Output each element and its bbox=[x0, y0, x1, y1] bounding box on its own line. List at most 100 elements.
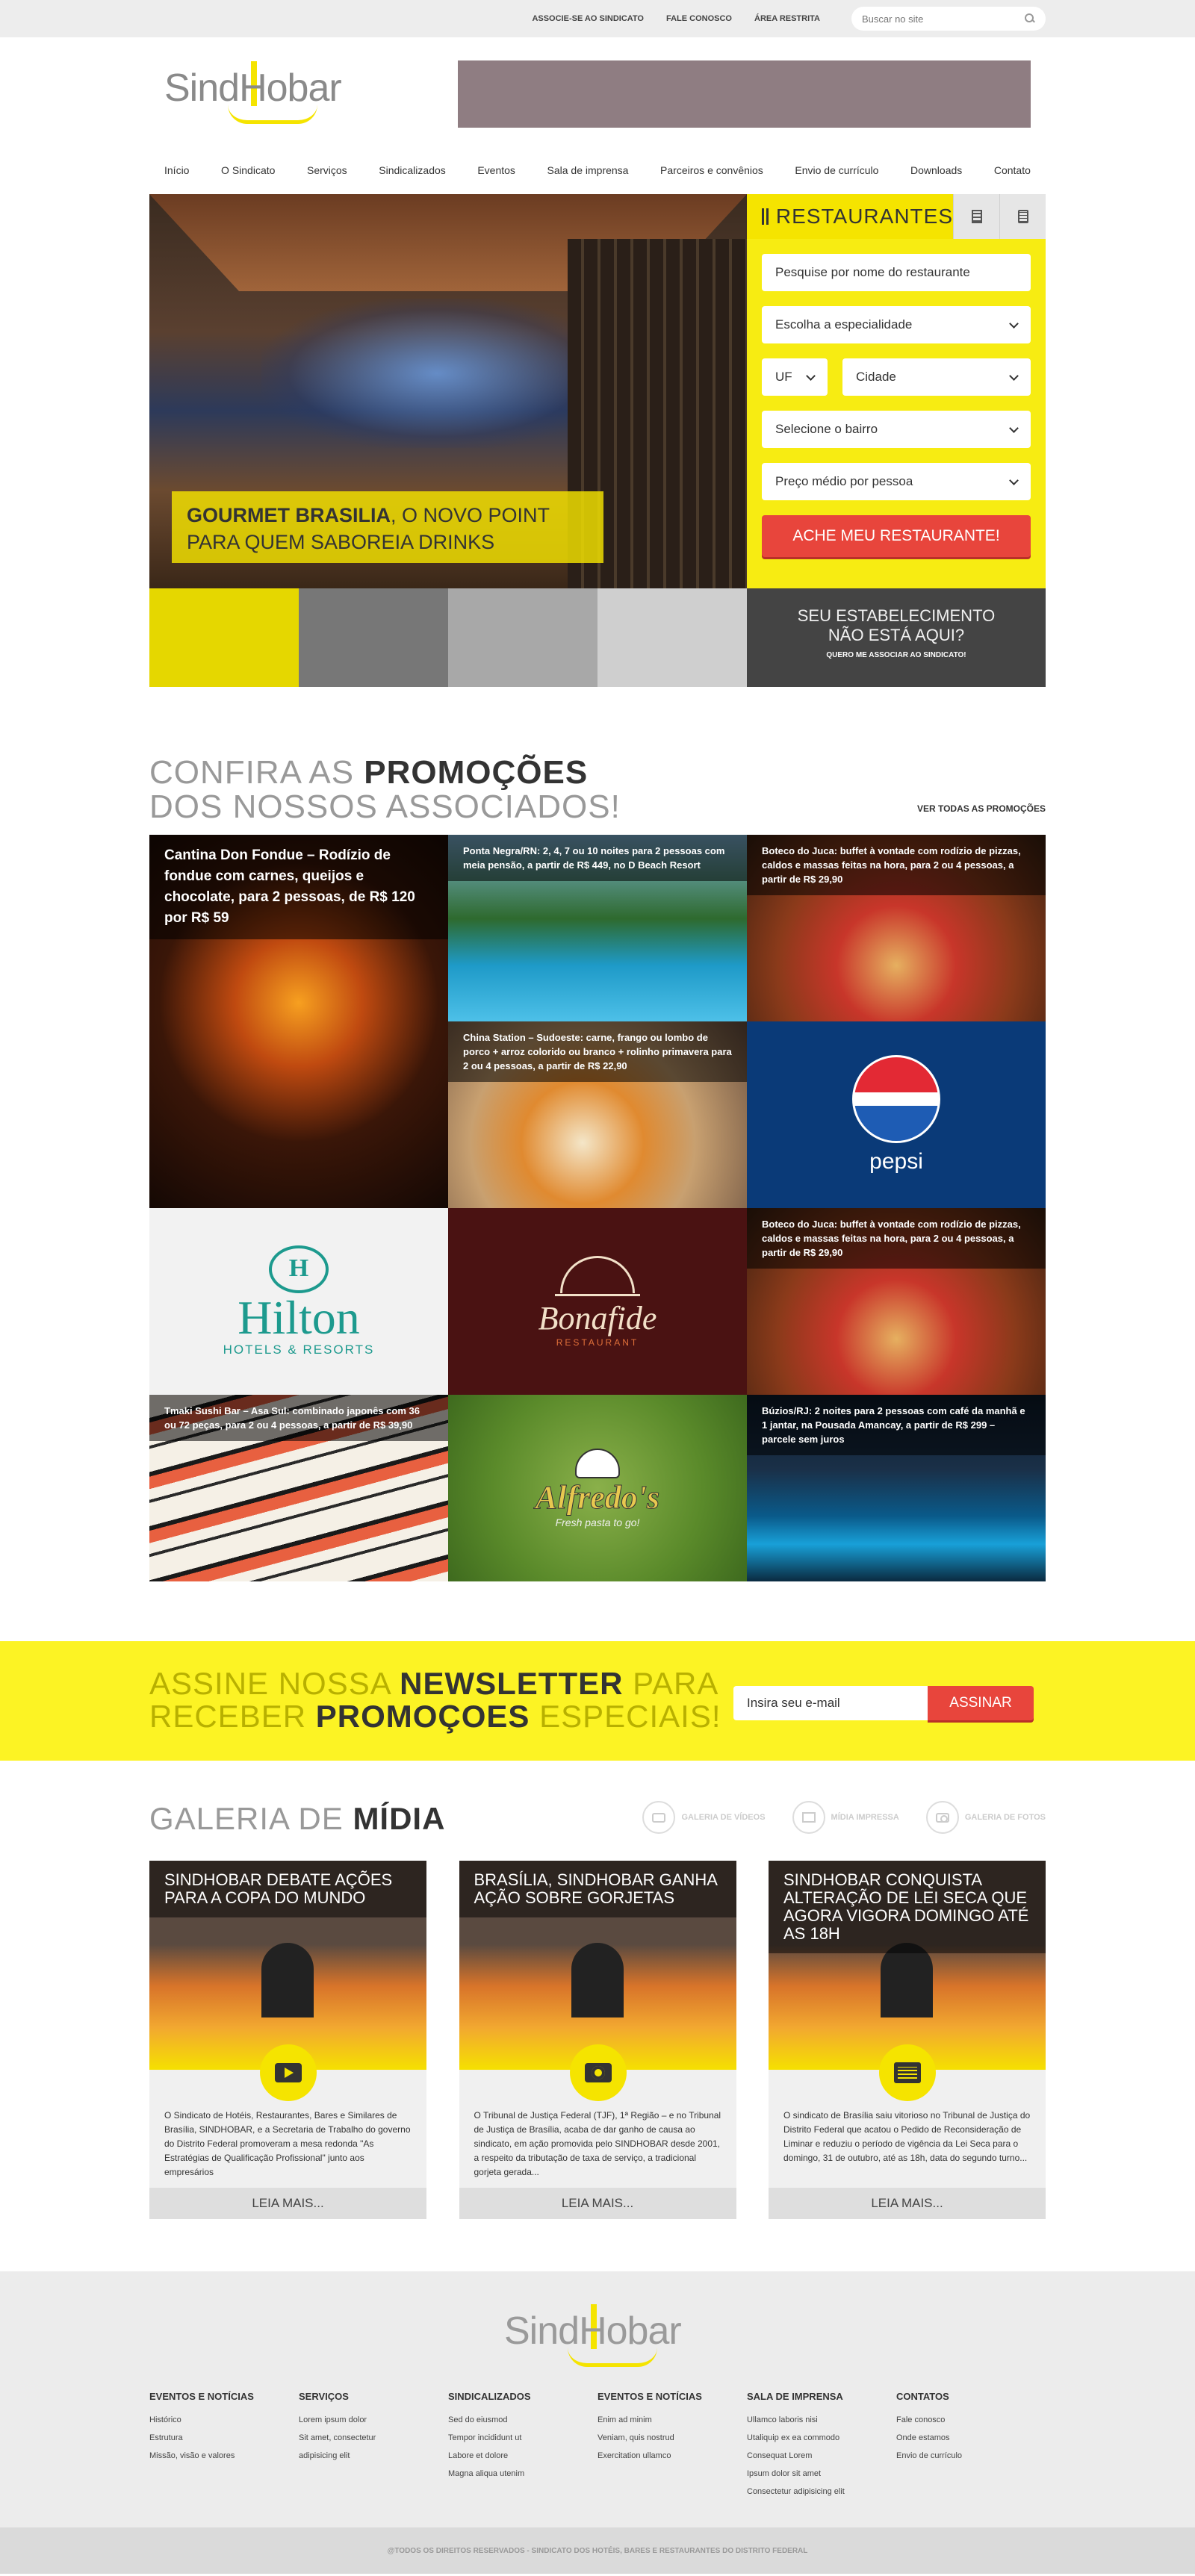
newsletter-subscribe-button[interactable]: ASSINAR bbox=[928, 1686, 1034, 1720]
gallery-card-print[interactable]: SINDHOBAR CONQUISTA ALTERAÇÃO DE LEI SEC… bbox=[769, 1861, 1046, 2219]
footer-col-heading: SERVIÇOS bbox=[299, 2391, 349, 2402]
footer-link[interactable]: Sed do eiusmod bbox=[448, 2411, 598, 2429]
promo-tile-buzios[interactable]: Búzios/RJ: 2 noites para 2 pessoas com c… bbox=[747, 1395, 1046, 1581]
footer-columns: EVENTOS E NOTÍCIAS Histórico Estrutura M… bbox=[149, 2391, 1046, 2501]
read-more-button[interactable]: LEIA MAIS... bbox=[459, 2188, 736, 2219]
promo-caption: Ponta Negra/RN: 2, 4, 7 ou 10 noites par… bbox=[448, 835, 747, 881]
promo-tile-alfredos[interactable]: Alfredo's Fresh pasta to go! bbox=[448, 1395, 747, 1581]
hero-thumb-4[interactable] bbox=[598, 588, 747, 687]
footer-link[interactable]: Consequat Lorem bbox=[747, 2447, 896, 2465]
promo-tile-boteco-juca-2[interactable]: Boteco do Juca: buffet à vontade com rod… bbox=[747, 1208, 1046, 1395]
hero-thumb-3[interactable] bbox=[448, 588, 598, 687]
promo-tile-tmaki-sushi[interactable]: Tmaki Sushi Bar – Asa Sul: combinado jap… bbox=[149, 1395, 448, 1581]
footer-link[interactable]: Ullamco laboris nisi bbox=[747, 2411, 896, 2429]
associate-link[interactable]: ASSOCIE-SE AO SINDICATO bbox=[532, 14, 644, 23]
restaurant-name-input[interactable]: Pesquise por nome do restaurante bbox=[762, 254, 1031, 291]
nav-item-sindicalizados[interactable]: Sindicalizados bbox=[379, 164, 446, 176]
filter-photos-label: GALERIA DE FOTOS bbox=[964, 1813, 1046, 1822]
promo-tile-pepsi[interactable]: pepsi bbox=[747, 1021, 1046, 1208]
promo-tile-bonafide[interactable]: Bonafide RESTAURANT bbox=[448, 1208, 747, 1395]
footer-link[interactable]: Consectetur adipisicing elit bbox=[747, 2483, 896, 2501]
tab-restaurants[interactable]: RESTAURANTES bbox=[747, 194, 953, 239]
footer-link[interactable]: Missão, visão e valores bbox=[149, 2447, 299, 2465]
promo-tile-hilton[interactable]: Hilton HOTELS & RESORTS bbox=[149, 1208, 448, 1395]
footer-link[interactable]: Veniam, quis nostrud bbox=[598, 2429, 747, 2447]
city-select[interactable]: Cidade bbox=[842, 358, 1031, 396]
nav-item-sala-de-imprensa[interactable]: Sala de imprensa bbox=[547, 164, 629, 176]
nav-item-contato[interactable]: Contato bbox=[994, 164, 1031, 176]
promo-tile-ponta-negra[interactable]: Ponta Negra/RN: 2, 4, 7 ou 10 noites par… bbox=[448, 835, 747, 1021]
footer-link[interactable]: adipisicing elit bbox=[299, 2447, 448, 2465]
search-icon[interactable] bbox=[1025, 13, 1035, 24]
footer-link[interactable]: Magna aliqua utenim bbox=[448, 2465, 598, 2483]
camera-icon bbox=[584, 2063, 612, 2082]
footer-link[interactable]: Fale conosco bbox=[896, 2411, 1046, 2429]
footer-link[interactable]: Tempor incididunt ut bbox=[448, 2429, 598, 2447]
footer-link[interactable]: Sit amet, consectetur bbox=[299, 2429, 448, 2447]
hero-thumb-2[interactable] bbox=[299, 588, 448, 687]
contact-link[interactable]: FALE CONOSCO bbox=[666, 14, 732, 23]
gallery-card-video[interactable]: SINDHOBAR DEBATE AÇÕES PARA A COPA DO MU… bbox=[149, 1861, 426, 2219]
newspaper-icon bbox=[801, 1812, 816, 1823]
nav-item-parceiros[interactable]: Parceiros e convênios bbox=[660, 164, 763, 176]
promo-tile-boteco-juca[interactable]: Boteco do Juca: buffet à vontade com rod… bbox=[747, 835, 1046, 1021]
footer-col-heading: EVENTOS E NOTÍCIAS bbox=[149, 2391, 254, 2402]
find-restaurant-button[interactable]: ACHE MEU RESTAURANTE! bbox=[762, 515, 1031, 557]
nav-item-eventos[interactable]: Eventos bbox=[477, 164, 515, 176]
footer-link[interactable]: Estrutura bbox=[149, 2429, 299, 2447]
footer-logo[interactable]: SindHobar bbox=[504, 2301, 691, 2368]
hero-caption-line2: PARA QUEM SABOREIA DRINKS bbox=[187, 531, 495, 553]
restaurant-name-placeholder: Pesquise por nome do restaurante bbox=[775, 265, 970, 279]
associate-link[interactable]: QUERO ME ASSOCIAR AO SINDICATO! bbox=[747, 651, 1046, 659]
promo-tile-china-station[interactable]: China Station – Sudoeste: carne, frango … bbox=[448, 1021, 747, 1208]
tab-bars[interactable] bbox=[999, 194, 1046, 239]
footer-link[interactable]: Lorem ipsum dolor bbox=[299, 2411, 448, 2429]
banner-ad[interactable] bbox=[458, 60, 1031, 128]
price-select[interactable]: Preço médio por pessoa bbox=[762, 463, 1031, 500]
associate-cta[interactable]: SEU ESTABELECIMENTO NÃO ESTÁ AQUI? QUERO… bbox=[747, 588, 1046, 687]
footer-link[interactable]: Histórico bbox=[149, 2411, 299, 2429]
hero-thumbnail-strip bbox=[149, 588, 747, 687]
promotions-header: CONFIRA AS PROMOÇÕES DOS NOSSOS ASSOCIAD… bbox=[149, 756, 1046, 824]
filter-print[interactable]: MÍDIA IMPRESSA bbox=[792, 1801, 899, 1834]
nav-item-inicio[interactable]: Início bbox=[164, 164, 189, 176]
uf-select[interactable]: UF bbox=[762, 358, 828, 396]
footer-link[interactable]: Utaliquip ex ea commodo bbox=[747, 2429, 896, 2447]
nav-item-envio-curriculo[interactable]: Envio de currículo bbox=[795, 164, 878, 176]
site-logo[interactable]: SindHobar bbox=[164, 58, 351, 125]
filter-videos-label: GALERIA DE VÍDEOS bbox=[681, 1813, 766, 1822]
nl-l2c: ESPECIAIS! bbox=[530, 1699, 721, 1734]
restricted-area-link[interactable]: ÁREA RESTRITA bbox=[754, 14, 820, 23]
footer-link[interactable]: Exercitation ullamco bbox=[598, 2447, 747, 2465]
footer-link[interactable]: Enim ad minim bbox=[598, 2411, 747, 2429]
hero-photo[interactable]: GOURMET BRASILIA, O NOVO POINT PARA QUEM… bbox=[149, 194, 747, 588]
hero-caption[interactable]: GOURMET BRASILIA, O NOVO POINT PARA QUEM… bbox=[172, 491, 603, 563]
filter-videos[interactable]: GALERIA DE VÍDEOS bbox=[642, 1801, 766, 1834]
specialty-select[interactable]: Escolha a especialidade bbox=[762, 306, 1031, 343]
read-more-button[interactable]: LEIA MAIS... bbox=[149, 2188, 426, 2219]
promo-caption: Tmaki Sushi Bar – Asa Sul: combinado jap… bbox=[149, 1395, 448, 1441]
hilton-wordmark: Hilton bbox=[238, 1291, 360, 1344]
read-more-button[interactable]: LEIA MAIS... bbox=[769, 2188, 1046, 2219]
nl-l1a: ASSINE NOSSA bbox=[149, 1666, 400, 1701]
see-all-promotions-link[interactable]: VER TODAS AS PROMOÇÕES bbox=[917, 803, 1046, 814]
promo-tile-fondue[interactable]: Cantina Don Fondue – Rodízio de fondue c… bbox=[149, 835, 448, 1208]
card-title: SINDHOBAR DEBATE AÇÕES PARA A COPA DO MU… bbox=[149, 1861, 426, 1917]
hero-thumb-1[interactable] bbox=[149, 588, 299, 687]
finder-form: Pesquise por nome do restaurante Escolha… bbox=[747, 239, 1046, 557]
footer-link[interactable]: Envio de currículo bbox=[896, 2447, 1046, 2465]
nav-item-servicos[interactable]: Serviços bbox=[307, 164, 347, 176]
nav-item-o-sindicato[interactable]: O Sindicato bbox=[221, 164, 275, 176]
neighborhood-select[interactable]: Selecione o bairro bbox=[762, 411, 1031, 448]
footer-link[interactable]: Ipsum dolor sit amet bbox=[747, 2465, 896, 2483]
gallery-card-photo[interactable]: BRASÍLIA, SINDHOBAR GANHA AÇÃO SOBRE GOR… bbox=[459, 1861, 736, 2219]
footer-link[interactable]: Labore et dolore bbox=[448, 2447, 598, 2465]
nav-item-downloads[interactable]: Downloads bbox=[910, 164, 962, 176]
newsletter-email-input[interactable]: Insira seu e-mail bbox=[733, 1686, 928, 1720]
search-input[interactable] bbox=[862, 13, 1025, 25]
promo-caption: Boteco do Juca: buffet à vontade com rod… bbox=[747, 1208, 1046, 1269]
footer-link[interactable]: Onde estamos bbox=[896, 2429, 1046, 2447]
finder-tabs: RESTAURANTES bbox=[747, 194, 1046, 239]
filter-photos[interactable]: GALERIA DE FOTOS bbox=[925, 1801, 1046, 1834]
tab-hotels[interactable] bbox=[953, 194, 999, 239]
